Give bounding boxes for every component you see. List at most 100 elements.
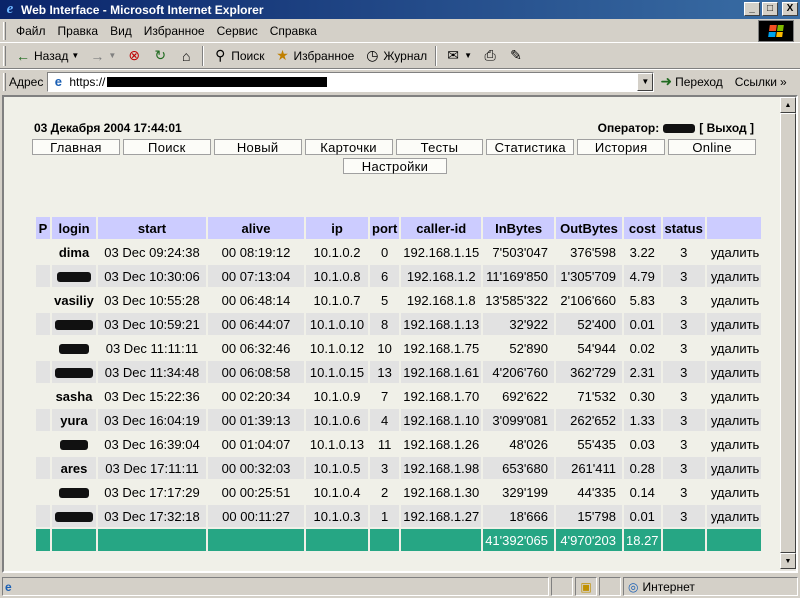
maximize-button[interactable]: □ [762,2,778,16]
address-input[interactable]: e https:// ▼ [47,71,655,92]
cell-start: 03 Dec 10:59:21 [98,313,206,335]
links-button[interactable]: Ссылки » [735,75,787,89]
cell-login [52,337,96,359]
cell-inb: 32'922 [483,313,554,335]
browser-viewport: 03 Декабря 2004 17:44:01 Оператор: [ Вых… [2,95,798,573]
scroll-down-icon[interactable]: ▼ [780,553,796,569]
mail-button[interactable]: ✉ ▼ [440,45,477,67]
total-cell [706,529,762,551]
delete-link[interactable]: удалить [706,505,762,527]
delete-link[interactable]: удалить [707,241,761,263]
menu-help[interactable]: Справка [264,22,323,40]
cell-cost: 4.79 [624,265,661,287]
col-start[interactable]: start [98,217,206,239]
home-button[interactable]: ⌂ [173,45,199,67]
address-url: https:// [69,74,106,89]
delete-link[interactable]: удалить [707,385,761,407]
status-cell: ▣ [575,577,597,596]
col-inbytes[interactable]: InBytes [483,217,554,239]
delete-link[interactable]: удалить [706,265,762,287]
delete-link[interactable]: удалить [706,457,762,479]
menu-file[interactable]: Файл [10,22,52,40]
mail-dropdown-icon[interactable]: ▼ [464,51,472,60]
minimize-button[interactable]: _ [744,2,760,16]
cell-outb: 52'400 [556,313,622,335]
cell-start: 03 Dec 10:55:28 [104,292,200,308]
delete-link[interactable]: удалить [706,361,762,383]
col-login[interactable]: login [52,217,96,239]
nav-history[interactable]: История [577,139,666,155]
search-button[interactable]: ⚲ Поиск [207,45,269,67]
close-button[interactable]: X [782,2,798,16]
nav-online[interactable]: Online [668,139,756,155]
delete-link[interactable]: удалить [706,409,762,431]
cell-inb: 11'169'850 [483,265,554,287]
nav-tests[interactable]: Тесты [395,139,484,155]
stop-icon: ⊗ [128,47,141,63]
nav-cards[interactable]: Карточки [304,139,393,155]
nav-search[interactable]: Поиск [122,139,211,155]
menu-favorites[interactable]: Избранное [138,22,211,40]
menu-tools[interactable]: Сервис [211,22,264,40]
back-button[interactable]: ← Назад ▼ [10,45,84,67]
nav-statistics[interactable]: Статистика [486,139,575,155]
scroll-up-icon[interactable]: ▲ [780,97,796,113]
back-dropdown-icon[interactable]: ▼ [71,51,79,60]
forward-dropdown-icon[interactable]: ▼ [108,51,116,60]
forward-arrow-icon: → [90,47,105,64]
logout-link[interactable]: [ Выход ] [699,121,754,135]
cell-outb: 376'598 [570,244,616,260]
toolbar-grip[interactable] [3,45,6,66]
cell-caller: 192.168.1.61 [401,361,482,383]
menu-edit[interactable]: Правка [52,22,105,40]
delete-link[interactable]: удалить [707,481,761,503]
scrollbar-thumb[interactable] [780,113,796,553]
nav-main[interactable]: Главная [32,139,120,155]
refresh-button[interactable]: ↻ [147,45,173,67]
go-button[interactable]: ➜ Переход [660,73,722,90]
cell-alive: 00 00:32:03 [208,457,304,479]
col-cost[interactable]: cost [624,217,661,239]
delete-link[interactable]: удалить [707,289,761,311]
edit-button[interactable]: ✎ [503,45,529,67]
cell-alive: 00 06:32:46 [221,340,291,356]
menubar-grip[interactable] [3,21,6,40]
col-caller-id[interactable]: caller-id [401,217,482,239]
stop-button[interactable]: ⊗ [121,45,147,67]
delete-link[interactable]: удалить [707,337,761,359]
cell-start: 03 Dec 16:39:04 [104,436,200,452]
col-alive[interactable]: alive [208,217,304,239]
cell-start: 03 Dec 16:04:19 [98,409,206,431]
cell-cost: 0.03 [629,436,655,452]
col-outbytes[interactable]: OutBytes [556,217,622,239]
cell-alive: 00 07:13:04 [208,265,304,287]
cell-status: 3 [662,457,705,479]
menu-view[interactable]: Вид [104,22,138,40]
cell-ip: 10.1.0.15 [306,361,368,383]
history-button[interactable]: ◷ Журнал [359,45,432,67]
address-bar: Адрес e https:// ▼ ➜ Переход Ссылки » [0,69,800,93]
total-cost: 18.27 [624,529,661,551]
favorites-button[interactable]: ★ Избранное [270,45,360,67]
redacted-login [57,272,91,283]
ie-logo-icon: e [6,1,14,17]
vertical-scrollbar[interactable]: ▲ ▼ [780,97,796,571]
nav-new[interactable]: Новый [213,139,302,155]
delete-link[interactable]: удалить [707,433,761,455]
col-p[interactable]: P [36,217,50,239]
print-button[interactable]: ⎙ [477,45,503,67]
col-ip[interactable]: ip [306,217,368,239]
cell-p [36,289,50,311]
cell-alive: 00 00:25:51 [221,484,291,500]
cell-outb: 1'305'709 [556,265,622,287]
nav-settings[interactable]: Настройки [343,158,447,174]
refresh-icon: ↻ [154,47,167,63]
cell-login: vasiliy [54,292,94,308]
cell-ip: 10.1.0.6 [306,409,368,431]
address-dropdown-icon[interactable]: ▼ [637,72,654,91]
delete-link[interactable]: удалить [706,313,762,335]
col-port[interactable]: port [370,217,400,239]
forward-button[interactable]: → ▼ [84,45,121,67]
col-status[interactable]: status [662,217,705,239]
addressbar-grip[interactable] [3,72,6,91]
